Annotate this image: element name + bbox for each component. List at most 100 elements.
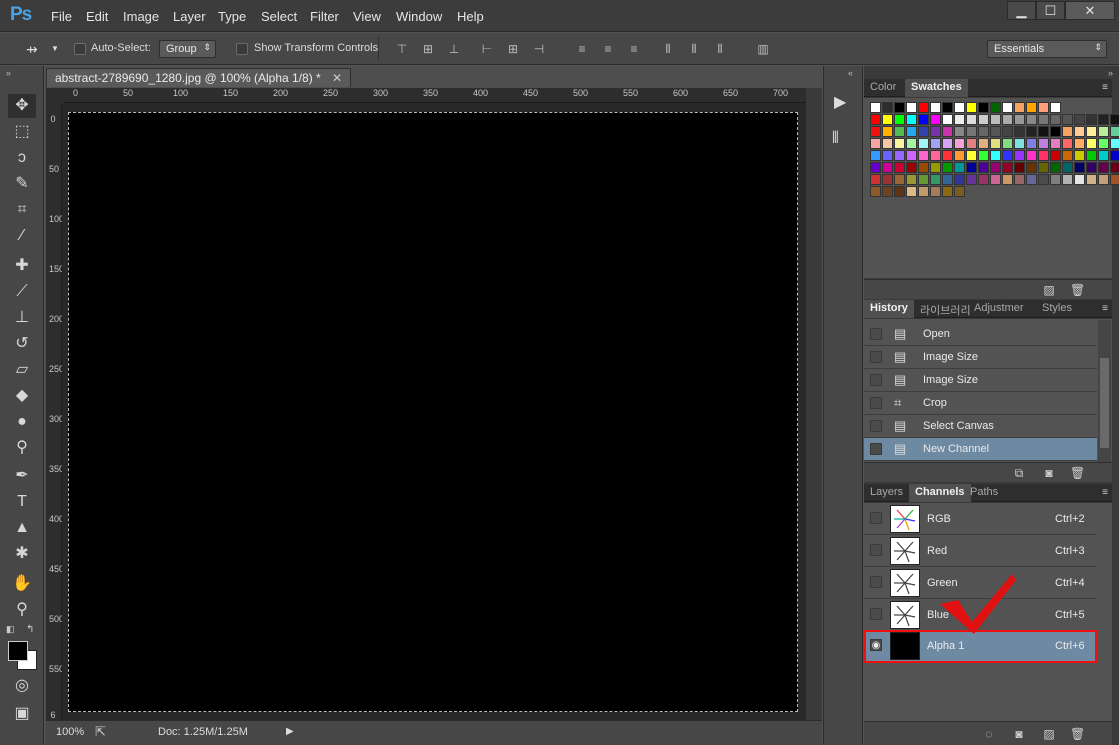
color-swatch[interactable]: [978, 174, 989, 185]
tab-channels[interactable]: Channels: [909, 484, 971, 502]
color-swatch[interactable]: [906, 126, 917, 137]
tab-paths[interactable]: Paths: [964, 484, 1004, 502]
color-swatch[interactable]: [918, 186, 929, 197]
lasso-tool-icon[interactable]: ↄ: [8, 146, 36, 170]
color-swatch[interactable]: [990, 150, 1001, 161]
align-right-icon[interactable]: ⊣: [531, 41, 547, 57]
color-swatch[interactable]: [930, 150, 941, 161]
color-swatch[interactable]: [1026, 138, 1037, 149]
hand-tool-icon[interactable]: ✋: [8, 572, 36, 596]
color-swatch[interactable]: [918, 138, 929, 149]
color-swatch[interactable]: [1074, 174, 1085, 185]
color-swatch[interactable]: [1098, 126, 1109, 137]
color-swatch[interactable]: [882, 174, 893, 185]
align-vcenter-icon[interactable]: ⊞: [420, 41, 436, 57]
color-swatch[interactable]: [990, 114, 1001, 125]
color-swatch[interactable]: [906, 102, 917, 113]
color-swatch[interactable]: [918, 162, 929, 173]
color-swatch[interactable]: [1098, 138, 1109, 149]
new-document-from-state-icon[interactable]: ⧉: [1012, 466, 1026, 480]
color-swatch[interactable]: [1014, 138, 1025, 149]
ruler-origin[interactable]: [46, 88, 64, 103]
color-swatch[interactable]: [1110, 174, 1119, 185]
color-swatch[interactable]: [1050, 114, 1061, 125]
transform-controls-checkbox[interactable]: [236, 43, 248, 55]
color-swatch[interactable]: [1098, 150, 1109, 161]
menu-type[interactable]: Type: [218, 9, 246, 24]
color-swatch[interactable]: [954, 186, 965, 197]
color-swatch[interactable]: [966, 174, 977, 185]
color-swatch[interactable]: [942, 186, 953, 197]
color-swatch[interactable]: [930, 138, 941, 149]
color-swatch[interactable]: [1110, 114, 1119, 125]
tab-color[interactable]: Color: [864, 79, 902, 97]
zoom-tool-icon[interactable]: ⚲: [8, 598, 36, 622]
color-swatch[interactable]: [1026, 102, 1037, 113]
collapse-icon[interactable]: »: [6, 68, 11, 78]
color-swatch[interactable]: [882, 150, 893, 161]
color-swatch[interactable]: [906, 186, 917, 197]
color-swatch[interactable]: [1038, 102, 1049, 113]
color-swatch[interactable]: [1062, 126, 1073, 137]
channel-row[interactable]: RGB Ctrl+2: [864, 503, 1097, 535]
color-swatch[interactable]: [870, 186, 881, 197]
color-swatch[interactable]: [990, 102, 1001, 113]
color-swatch[interactable]: [1050, 162, 1061, 173]
color-swatch[interactable]: [1014, 126, 1025, 137]
history-snapshot-checkbox[interactable]: [870, 397, 882, 409]
panel-menu-icon[interactable]: ≡: [1102, 487, 1108, 498]
minimize-button[interactable]: ▁: [1007, 1, 1036, 20]
color-swatch[interactable]: [1038, 162, 1049, 173]
quick-mask-icon[interactable]: ◎: [8, 674, 36, 698]
menu-layer[interactable]: Layer: [173, 9, 206, 24]
color-swatch[interactable]: [1014, 162, 1025, 173]
visibility-toggle[interactable]: [870, 608, 882, 620]
color-swatch[interactable]: [1014, 114, 1025, 125]
menu-edit[interactable]: Edit: [86, 9, 108, 24]
color-swatch[interactable]: [1062, 150, 1073, 161]
color-swatch[interactable]: [894, 102, 905, 113]
color-swatch[interactable]: [954, 174, 965, 185]
color-swatch[interactable]: [1074, 162, 1085, 173]
blur-tool-icon[interactable]: ●: [8, 410, 36, 434]
color-swatch[interactable]: [894, 174, 905, 185]
color-swatch[interactable]: [1014, 150, 1025, 161]
new-swatch-icon[interactable]: ▨: [1042, 283, 1056, 297]
color-swatch[interactable]: [882, 162, 893, 173]
color-swatch[interactable]: [906, 138, 917, 149]
type-tool-icon[interactable]: T: [8, 490, 36, 514]
color-swatch[interactable]: [1098, 162, 1109, 173]
color-swatch[interactable]: [918, 126, 929, 137]
camera-snapshot-icon[interactable]: ◙: [1042, 466, 1056, 480]
color-swatch[interactable]: [942, 150, 953, 161]
color-swatch[interactable]: [930, 174, 941, 185]
color-swatch[interactable]: [1062, 162, 1073, 173]
character-panel-icon[interactable]: ⫴: [832, 130, 839, 148]
color-swatch[interactable]: [1038, 150, 1049, 161]
color-swatch[interactable]: [882, 102, 893, 113]
color-swatch[interactable]: [1098, 114, 1109, 125]
color-swatch[interactable]: [978, 102, 989, 113]
color-swatch[interactable]: [1062, 138, 1073, 149]
status-menu-arrow-icon[interactable]: ▶: [286, 726, 294, 737]
color-swatch[interactable]: [954, 114, 965, 125]
path-selection-tool-icon[interactable]: ▲: [8, 516, 36, 540]
auto-select-dropdown[interactable]: Group ⇕: [159, 40, 216, 58]
color-swatch[interactable]: [990, 138, 1001, 149]
eyedropper-tool-icon[interactable]: ⁄: [8, 224, 36, 248]
eraser-tool-icon[interactable]: ▱: [8, 358, 36, 382]
history-snapshot-checkbox[interactable]: [870, 420, 882, 432]
color-swatch[interactable]: [1074, 114, 1085, 125]
distribute-vcenter-icon[interactable]: ≡: [600, 41, 616, 57]
color-swatch[interactable]: [870, 138, 881, 149]
color-swatch[interactable]: [882, 138, 893, 149]
color-swatch[interactable]: [918, 150, 929, 161]
color-swatch[interactable]: [966, 162, 977, 173]
color-swatch[interactable]: [990, 126, 1001, 137]
color-swatch[interactable]: [966, 102, 977, 113]
history-snapshot-checkbox[interactable]: [870, 374, 882, 386]
menu-window[interactable]: Window: [396, 9, 442, 24]
color-swatch[interactable]: [906, 174, 917, 185]
vertical-scrollbar[interactable]: [806, 88, 822, 720]
move-tool-icon[interactable]: ✥: [8, 94, 36, 118]
